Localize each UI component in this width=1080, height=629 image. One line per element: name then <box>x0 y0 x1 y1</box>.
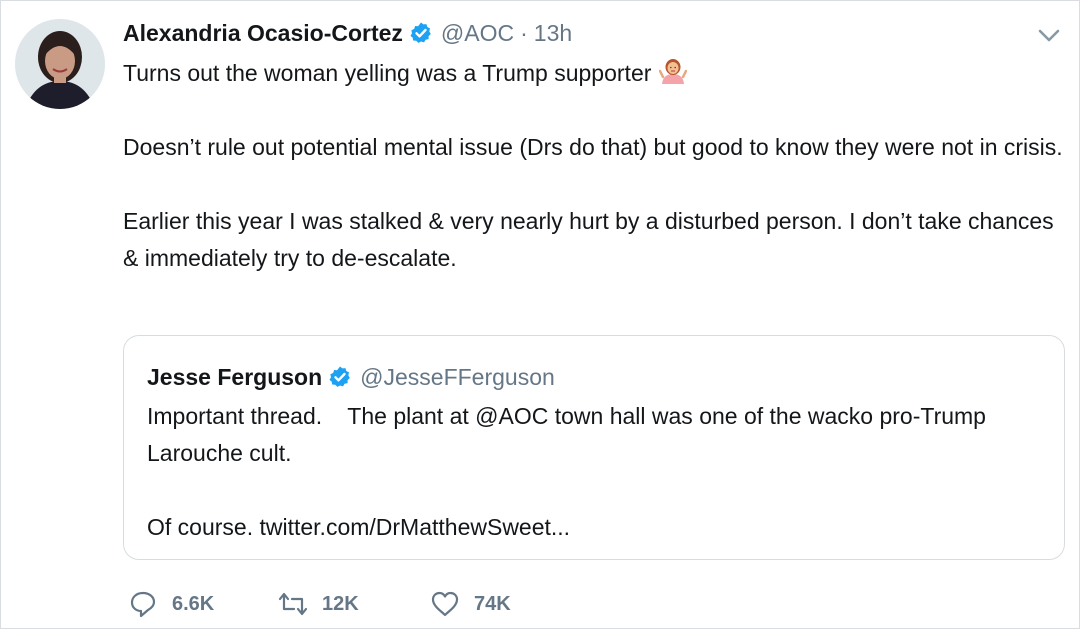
quoted-tweet-body: Important thread. The plant at @AOC town… <box>147 398 1047 546</box>
retweet-button[interactable]: 12K <box>278 589 430 619</box>
like-count: 74K <box>474 592 511 615</box>
like-button[interactable]: 74K <box>430 589 580 619</box>
separator: · <box>520 20 528 46</box>
quoted-paragraph: Important thread. The plant at @AOC town… <box>147 403 993 466</box>
tweet-actions: 6.6K 12K 74K <box>128 589 580 619</box>
retweet-count: 12K <box>322 592 359 615</box>
verified-badge-icon <box>410 22 431 43</box>
reply-count: 6.6K <box>172 592 215 615</box>
woman-shrugging-icon <box>659 59 688 84</box>
author-handle[interactable]: @AOC <box>441 18 514 48</box>
chevron-down-icon[interactable] <box>1035 21 1063 49</box>
quoted-author-name: Jesse Ferguson <box>147 364 323 390</box>
quoted-paragraph: Of course. twitter.com/DrMatthewSweet... <box>147 514 571 540</box>
quoted-author-handle: @JesseFFerguson <box>360 364 555 390</box>
tweet-body: Turns out the woman yelling was a Trump … <box>123 55 1068 277</box>
heart-icon <box>431 591 459 617</box>
avatar[interactable] <box>15 19 105 109</box>
tweet-card: Alexandria Ocasio-Cortez @AOC · 13h Turn… <box>0 0 1080 629</box>
timestamp[interactable]: 13h <box>534 18 572 48</box>
tweet-header: Alexandria Ocasio-Cortez @AOC · 13h <box>123 18 572 48</box>
tweet-paragraph: Turns out the woman yelling was a Trump … <box>123 55 1068 92</box>
reply-button[interactable]: 6.6K <box>128 589 278 619</box>
avatar-image <box>15 19 105 109</box>
tweet-line: Turns out the woman yelling was a Trump … <box>123 60 652 86</box>
tweet-paragraph: Earlier this year I was stalked & very n… <box>123 208 1054 271</box>
verified-badge-icon <box>329 366 350 387</box>
quoted-tweet[interactable]: Jesse Ferguson @JesseFFerguson Important… <box>123 335 1065 560</box>
quoted-tweet-header: Jesse Ferguson @JesseFFerguson <box>147 362 555 392</box>
author-name[interactable]: Alexandria Ocasio-Cortez <box>123 18 403 48</box>
tweet-paragraph: Doesn’t rule out potential mental issue … <box>123 134 1063 160</box>
reply-icon <box>130 591 156 618</box>
retweet-icon <box>278 592 308 616</box>
